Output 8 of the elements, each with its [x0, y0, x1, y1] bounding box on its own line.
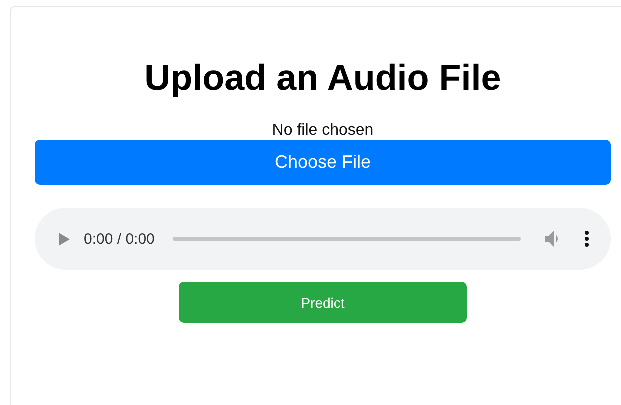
playback-time: 0:00 / 0:00 [84, 230, 155, 248]
audio-player[interactable]: 0:00 / 0:00 [35, 208, 611, 270]
more-options-icon[interactable] [585, 231, 589, 247]
file-status: No file chosen [272, 122, 374, 140]
page-title: Upload an Audio File [144, 56, 502, 100]
choose-file-button[interactable]: Choose File [35, 140, 611, 185]
predict-button[interactable]: Predict [179, 282, 467, 323]
play-icon[interactable] [59, 232, 70, 246]
